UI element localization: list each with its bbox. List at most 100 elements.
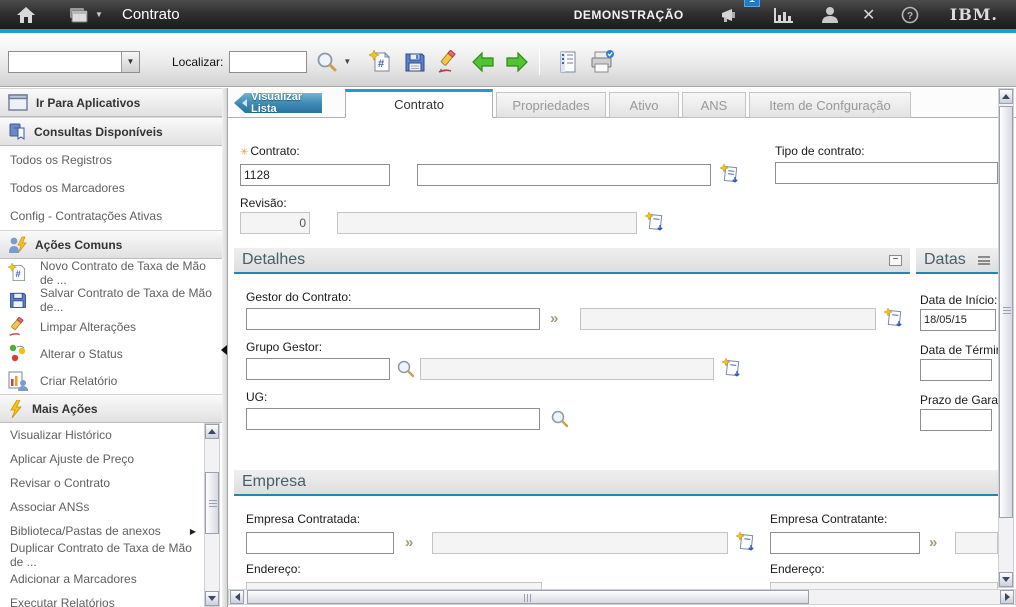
gestor-contrato-input[interactable] <box>246 308 540 330</box>
tab-ans[interactable]: ANS <box>682 92 746 118</box>
sidebar-item-todos-os-registros[interactable]: Todos os Registros <box>0 146 222 174</box>
sidebar-action-alterar-status[interactable]: Alterar o Status <box>0 340 222 367</box>
goto-caret-icon: ▼ <box>95 10 103 19</box>
sidebar-section-ir-para-aplicativos[interactable]: Ir Para Aplicativos <box>0 88 222 117</box>
item-label: Todos os Registros <box>10 153 112 167</box>
close-icon: ✕ <box>862 5 875 25</box>
lookup-icon[interactable] <box>396 359 416 379</box>
long-description-icon[interactable] <box>736 532 756 552</box>
profile-button[interactable] <box>812 0 848 31</box>
scroll-down-button[interactable] <box>205 591 219 606</box>
goto-applications-button[interactable]: ▼ <box>62 0 108 31</box>
item-label: Novo Contrato de Taxa de Mão de ... <box>40 259 222 287</box>
sidebar-action-novo-contrato[interactable]: # Novo Contrato de Taxa de Mão de ... <box>0 259 222 286</box>
data-termino-input[interactable] <box>920 359 992 381</box>
sidebar-action-associar-anss[interactable]: Associar ANSs <box>0 495 222 519</box>
person-icon <box>821 6 839 23</box>
main-vertical-scrollbar[interactable] <box>998 88 1014 588</box>
ug-label: UG: <box>246 390 267 404</box>
empresa-contratada-input[interactable] <box>246 532 394 554</box>
sidebar-action-criar-relatorio[interactable]: Criar Relatório <box>0 367 222 394</box>
sidebar-action-duplicar-contrato[interactable]: Duplicar Contrato de Taxa de Mão de ... <box>0 543 222 567</box>
scroll-down-button[interactable] <box>999 572 1013 587</box>
section-menu-icon[interactable] <box>978 256 990 265</box>
tab-contrato[interactable]: Contrato <box>345 89 493 118</box>
main-hscroll-thumb[interactable] <box>247 590 809 604</box>
detail-menu-icon[interactable]: » <box>550 310 556 327</box>
previous-record-button[interactable] <box>469 48 497 76</box>
ug-input[interactable] <box>246 408 540 430</box>
search-menu-caret-icon[interactable]: ▼ <box>343 57 351 66</box>
tab-item-configuracao[interactable]: Item de Confguração <box>749 92 911 118</box>
revisao-input <box>240 212 310 234</box>
clear-changes-button[interactable] <box>435 48 463 76</box>
sidebar-action-revisar-contrato[interactable]: Revisar o Contrato <box>0 471 222 495</box>
scroll-right-button[interactable] <box>1000 590 1014 604</box>
save-button[interactable] <box>401 48 429 76</box>
close-button[interactable]: ✕ <box>852 0 886 31</box>
new-record-icon: # <box>369 50 393 74</box>
reports-button[interactable] <box>554 48 582 76</box>
sidebar-scroll-thumb[interactable] <box>205 472 219 534</box>
long-description-icon[interactable] <box>884 308 904 328</box>
detail-menu-icon[interactable]: » <box>929 534 935 551</box>
announcements-button[interactable]: 1 <box>710 0 750 31</box>
prazo-garantia-input[interactable] <box>920 409 992 431</box>
sidebar-action-adicionar-marcadores[interactable]: Adicionar a Marcadores <box>0 567 222 591</box>
sidebar-section-acoes-comuns[interactable]: Ações Comuns <box>0 230 222 259</box>
contrato-desc-input[interactable] <box>417 164 711 186</box>
long-description-icon[interactable] <box>722 358 742 378</box>
data-termino-label: Data de Término: <box>920 343 998 357</box>
sidebar-item-config-contratacoes-ativas[interactable]: Config - Contratações Ativas <box>0 202 222 230</box>
sidebar-action-limpar-alteracoes[interactable]: Limpar Alterações <box>0 313 222 340</box>
sidebar-action-executar-relatorios[interactable]: Executar Relatórios <box>0 591 222 607</box>
combobox-caret-icon[interactable]: ▼ <box>121 52 139 72</box>
minimize-section-icon[interactable]: − <box>889 255 902 266</box>
sidebar: Ir Para Aplicativos Consultas Disponívei… <box>0 88 222 607</box>
detail-menu-icon[interactable]: » <box>405 534 411 551</box>
tab-propriedades[interactable]: Propriedades <box>496 92 606 118</box>
window-icon <box>8 94 28 111</box>
tipo-contrato-input[interactable] <box>775 162 998 184</box>
applications-icon <box>67 6 89 24</box>
megaphone-icon <box>719 6 741 24</box>
home-button[interactable] <box>4 0 48 31</box>
sidebar-action-biblioteca-pastas-anexos[interactable]: Biblioteca/Pastas de anexos ▶ <box>0 519 222 543</box>
scroll-left-button[interactable] <box>230 590 244 604</box>
long-description-icon[interactable] <box>720 164 740 184</box>
report-list-icon <box>556 50 580 74</box>
sidebar-action-visualizar-historico[interactable]: Visualizar Histórico <box>0 423 222 447</box>
lookup-icon[interactable] <box>550 409 570 429</box>
query-combobox-input[interactable] <box>9 52 117 72</box>
localizar-input[interactable] <box>229 51 307 73</box>
arrow-right-icon <box>505 51 529 73</box>
next-record-button[interactable] <box>503 48 531 76</box>
data-inicio-input[interactable] <box>920 309 996 331</box>
empresa-contratante-desc-input <box>955 532 998 554</box>
grupo-gestor-label: Grupo Gestor: <box>246 340 322 354</box>
help-button[interactable]: ? <box>892 0 928 31</box>
sidebar-item-todos-os-marcadores[interactable]: Todos os Marcadores <box>0 174 222 202</box>
new-record-button[interactable]: # <box>367 48 395 76</box>
print-button[interactable] <box>588 48 616 76</box>
tab-ativo[interactable]: Ativo <box>609 92 679 118</box>
contrato-input[interactable] <box>240 164 390 186</box>
sidebar-section-consultas-disponiveis[interactable]: Consultas Disponíveis <box>0 117 222 146</box>
scroll-up-button[interactable] <box>999 89 1013 104</box>
sidebar-scrollbar[interactable] <box>204 423 220 607</box>
search-button[interactable] <box>313 48 341 76</box>
visualizar-lista-button[interactable]: Visualizar Lista <box>234 93 322 113</box>
empresa-contratante-input[interactable] <box>770 532 920 554</box>
reports-header-button[interactable] <box>764 0 804 31</box>
scroll-up-button[interactable] <box>205 424 219 439</box>
long-description-icon[interactable] <box>645 212 665 232</box>
grupo-gestor-input[interactable] <box>246 358 390 380</box>
sidebar-action-aplicar-ajuste-preco[interactable]: Aplicar Ajuste de Preço <box>0 447 222 471</box>
sidebar-action-salvar-contrato[interactable]: Salvar Contrato de Taxa de Mão de... <box>0 286 222 313</box>
sidebar-section-mais-acoes[interactable]: Mais Ações <box>0 394 222 423</box>
prazo-garantia-label: Prazo de Garantia: <box>920 393 998 407</box>
main-vscroll-thumb[interactable] <box>999 106 1013 518</box>
ibm-logo: IBM. <box>950 5 998 24</box>
main-horizontal-scrollbar[interactable] <box>228 589 1016 605</box>
query-combobox[interactable]: ▼ <box>8 51 140 73</box>
